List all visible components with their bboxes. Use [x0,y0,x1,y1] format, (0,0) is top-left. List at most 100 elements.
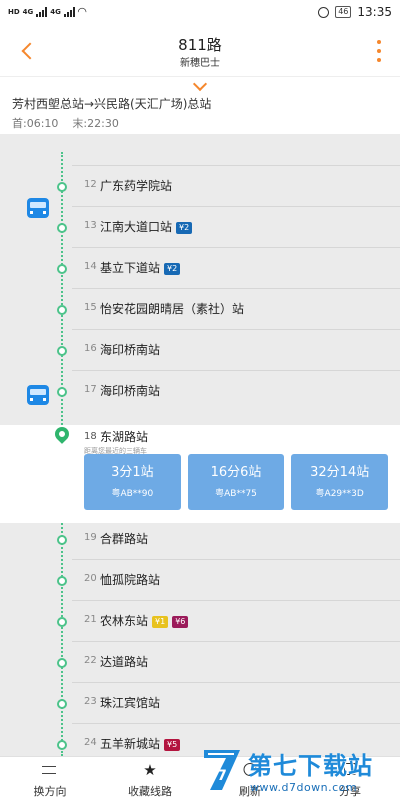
stop-item[interactable]: 17 海印桥南站 [0,371,400,412]
stop-number: 21 [84,614,97,625]
stop-dot-icon [57,658,67,668]
stop-name: 海印桥南站 [100,384,161,398]
stop-item[interactable]: 19 合群路站 [0,519,400,560]
stop-name: 江南大道口站 ¥2 [100,218,193,235]
network-label-1: 4G [22,7,34,16]
stop-dot-icon [57,699,67,709]
bus-plate: 粤A29**3D [315,489,364,499]
stop-divider-top [0,146,400,166]
metro-line-badge: ¥6 [172,616,189,628]
stop-number: 22 [84,655,97,666]
stop-name: 珠江宾馆站 [100,696,161,710]
stop-list[interactable]: 12 广东药学院站 13 江南大道口站 ¥2 14 基立下道站 ¥2 15 怡安花园… [0,146,400,756]
location-pin-icon [52,424,72,444]
stop-number: 17 [84,384,97,395]
route-company: 新穗巴士 [180,58,220,69]
arrival-card[interactable]: 32分14站 粤A29**3D [291,454,389,510]
stop-dot-icon [57,346,67,356]
hd-label-1: HD [8,7,20,16]
stop-name: 农林东站 ¥1 ¥6 [100,612,189,629]
watermark-title: 第七下载站 [248,752,373,780]
wifi-icon: ◠ [77,5,87,18]
arrival-cards: 3分1站 粤AB**90 16分6站 粤AB**75 32分14站 粤A29**… [84,454,389,510]
stop-number: 16 [84,343,97,354]
stop-item[interactable]: 23 珠江宾馆站 [0,683,400,724]
signal-icon-2 [63,6,75,17]
route-direction: 芳村西塱总站→兴民路(天汇广场)总站 [12,97,212,111]
stop-number: 19 [84,532,97,543]
stop-number: 14 [84,261,97,272]
network-indicators: HD 4G 4G ◠ [8,5,86,18]
status-right: 46 13:35 [318,5,392,19]
stop-name: 怡安花园朗晴居（素社）站 [100,302,245,316]
stop-item[interactable]: 22 达道路站 [0,642,400,683]
stop-item[interactable]: 12 广东药学院站 [0,166,400,207]
stop-number: 13 [84,220,97,231]
route-name: 811路 [178,36,222,54]
stop-number: 20 [84,573,97,584]
stop-name: 基立下道站 ¥2 [100,259,181,276]
arrival-eta: 16分6站 [210,465,262,480]
stop-number: 12 [84,179,97,190]
arrival-card[interactable]: 3分1站 粤AB**90 [84,454,181,510]
stop-number: 18 [84,431,97,442]
alarm-icon [318,6,330,18]
stop-item[interactable]: 15 怡安花园朗晴居（素社）站 [0,289,400,330]
stop-dot-icon [57,223,67,233]
status-bar: HD 4G 4G ◠ 46 13:35 [0,0,400,26]
chevron-down-icon[interactable] [192,76,208,92]
metro-line-badge: ¥2 [176,222,193,234]
arrival-eta: 32分14站 [310,465,370,480]
favorite-route-button[interactable]: ★ 收藏线路 [100,757,200,800]
favorite-route-label: 收藏线路 [128,785,172,798]
arrival-eta: 3分1站 [111,465,154,480]
stop-dot-icon [57,617,67,627]
stop-item[interactable]: 14 基立下道站 ¥2 [0,248,400,289]
swap-icon [42,763,58,777]
arrival-card[interactable]: 16分6站 粤AB**75 [187,454,285,510]
swap-direction-label: 换方向 [33,785,67,798]
stop-name: 海印桥南站 [100,343,161,357]
more-menu-button[interactable] [372,40,386,62]
star-icon: ★ [143,761,157,779]
first-bus-time: 首:06:10 [12,117,59,130]
selected-stop-panel[interactable]: 18 东湖路站 距离您最近的三辆车 3分1站 粤AB**90 16分6站 粤AB… [0,424,400,523]
metro-line-badge: ¥2 [164,263,181,275]
stop-dot-icon [57,182,67,192]
signal-icon [36,6,48,17]
stop-dot-icon [57,576,67,586]
stop-dot-icon [57,305,67,315]
stop-name: 恤孤院路站 [100,573,161,587]
stop-item[interactable]: 16 海印桥南站 [0,330,400,371]
stop-dot-icon [57,387,67,397]
stop-item[interactable]: 13 江南大道口站 ¥2 [0,207,400,248]
svg-text:7: 7 [217,768,227,784]
app-header: 811路 新穗巴士 [0,26,400,76]
watermark-url: www.d7down.com [250,781,358,794]
metro-line-badge: ¥1 [152,616,169,628]
clock: 13:35 [357,5,392,19]
last-bus-time: 末:22:30 [72,117,119,130]
battery-icon: 46 [335,6,352,18]
watermark-logo: 7 [204,750,240,790]
stop-name: 合群路站 [100,532,149,546]
route-info: 芳村西塱总站→兴民路(天汇广场)总站 首:06:10 末:22:30 [0,76,400,134]
stop-number: 23 [84,696,97,707]
service-hours: 首:06:10 末:22:30 [12,115,119,131]
stop-number: 24 [84,737,97,748]
stop-name: 达道路站 [100,655,149,669]
stop-number: 15 [84,302,97,313]
stop-name: 五羊新城站 ¥5 [100,735,181,752]
metro-line-badge: ¥5 [164,739,181,751]
stop-dot-icon [57,535,67,545]
stop-item[interactable]: 20 恤孤院路站 [0,560,400,601]
stop-dot-icon [57,740,67,750]
network-label-2: 4G [50,7,61,16]
bus-plate: 粤AB**90 [111,489,154,499]
stop-item[interactable]: 21 农林东站 ¥1 ¥6 [0,601,400,642]
swap-direction-button[interactable]: 换方向 [0,757,100,800]
stop-name: 广东药学院站 [100,179,173,193]
bus-plate: 粤AB**75 [215,489,257,499]
stop-dot-icon [57,264,67,274]
stop-name: 东湖路站 [100,430,149,444]
